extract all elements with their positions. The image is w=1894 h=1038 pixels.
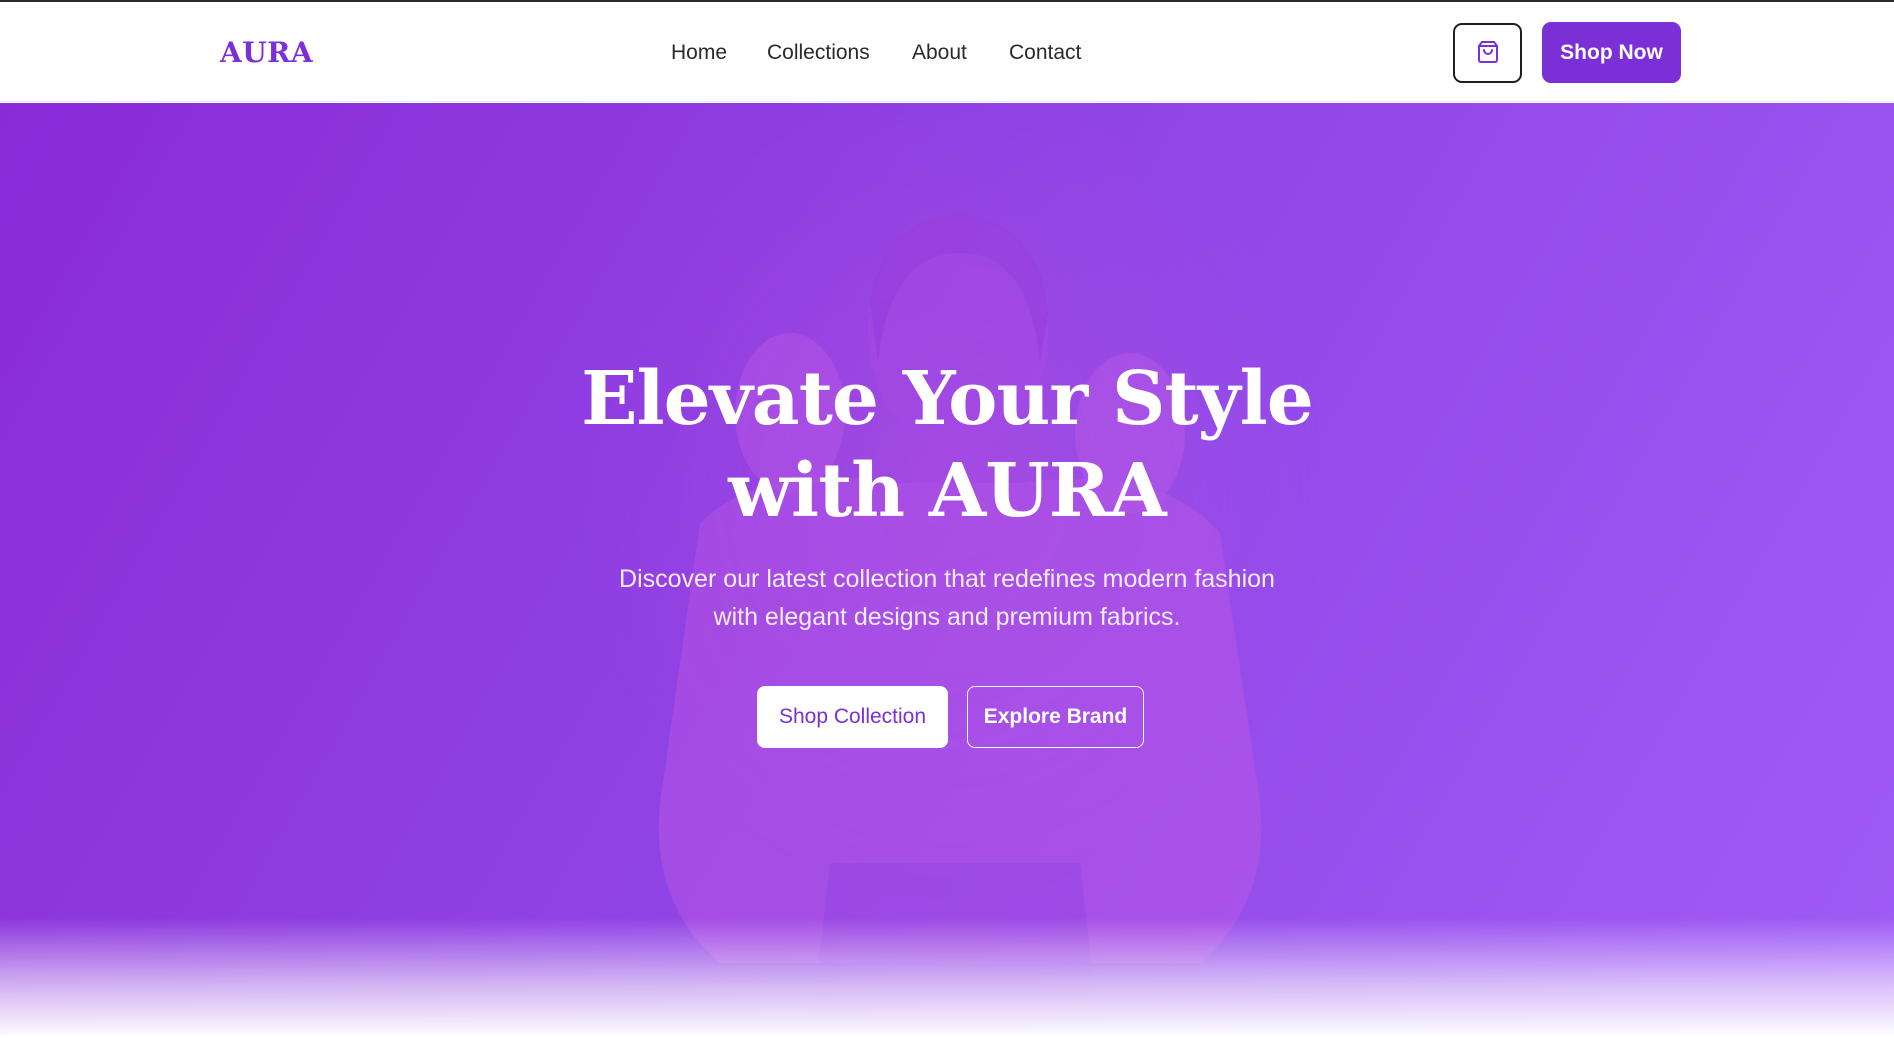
page: AURA Home Collections About Contact Shop… [0, 0, 1894, 1038]
nav-link-about[interactable]: About [912, 40, 967, 66]
nav-link-home[interactable]: Home [671, 40, 727, 66]
hero-subtitle: Discover our latest collection that rede… [547, 560, 1347, 636]
shopping-bag-icon [1476, 40, 1500, 67]
cart-button[interactable] [1453, 23, 1522, 83]
hero-title-line1: Elevate Your Style [581, 356, 1314, 442]
hero-subtitle-line2: with elegant designs and premium fabrics… [713, 603, 1181, 631]
hero-subtitle-line1: Discover our latest collection that rede… [619, 565, 1275, 593]
navbar: AURA Home Collections About Contact Shop… [0, 2, 1894, 102]
hero-content: Elevate Your Style with AURA Discover ou… [0, 103, 1894, 1038]
hero-section: Elevate Your Style with AURA Discover ou… [0, 103, 1894, 1038]
nav-link-contact[interactable]: Contact [1009, 40, 1081, 66]
shop-now-button[interactable]: Shop Now [1542, 22, 1681, 83]
hero-title: Elevate Your Style with AURA [447, 353, 1447, 537]
shop-collection-button[interactable]: Shop Collection [757, 686, 948, 748]
explore-brand-button[interactable]: Explore Brand [967, 686, 1144, 748]
hero-title-line2: with AURA [728, 448, 1166, 534]
nav-link-collections[interactable]: Collections [767, 40, 870, 66]
